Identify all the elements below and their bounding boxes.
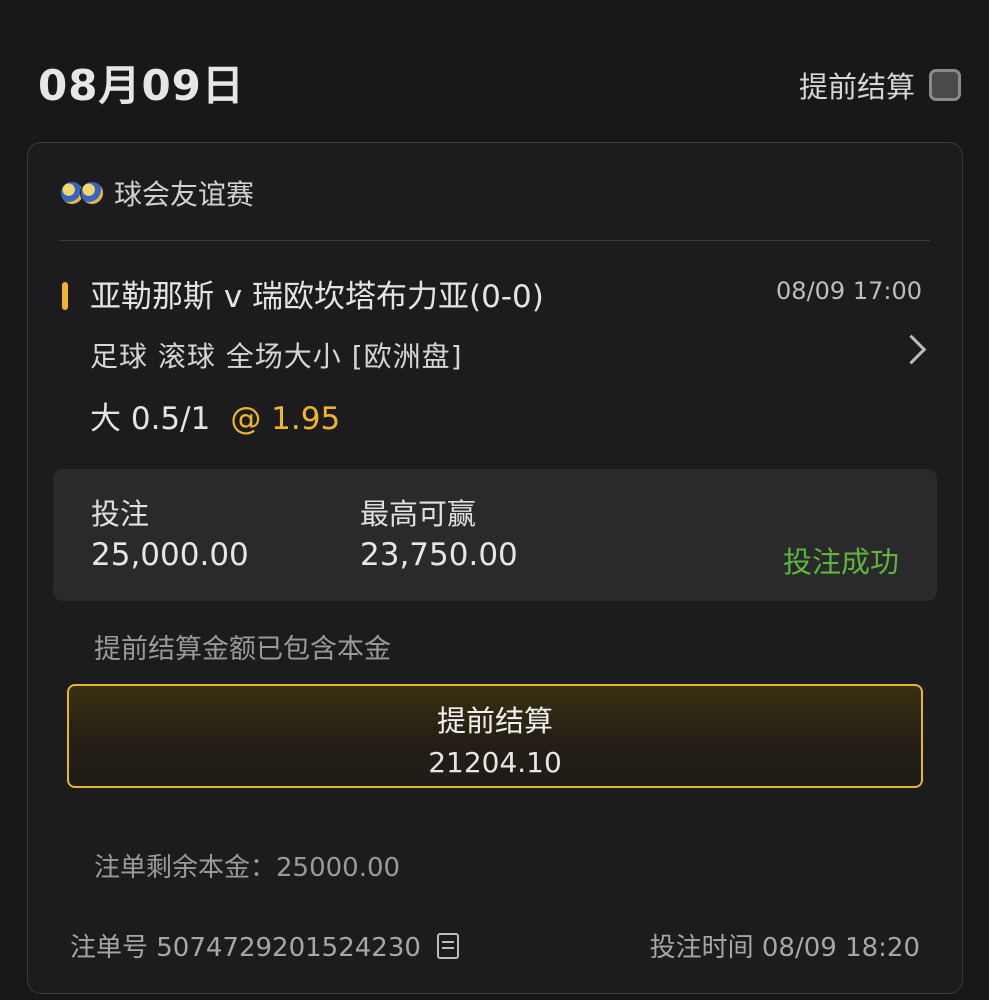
stake-value: 25,000.00	[91, 537, 249, 573]
bet-id: 注单号 5074729201524230	[70, 933, 421, 963]
chevron-right-icon[interactable]	[896, 334, 927, 365]
stake-label: 投注	[91, 497, 150, 531]
bet-selection: 大 0.5/1 @ 1.95	[90, 393, 340, 438]
divider	[59, 240, 930, 241]
early-settle-button-label: 提前结算	[436, 704, 553, 738]
league-name: 球会友谊赛	[114, 178, 255, 211]
match-indicator	[62, 282, 68, 310]
max-win-label: 最高可赢	[360, 497, 477, 531]
early-settle-filter[interactable]: 提前结算	[799, 64, 961, 106]
market-info: 足球 滚球 全场大小 [欧洲盘]	[90, 340, 463, 373]
match-title: 亚勒那斯 v 瑞欧坎塔布力亚(0-0)	[90, 279, 544, 315]
bet-time: 投注时间 08/09 18:20	[649, 933, 920, 963]
bet-summary: 投注 25,000.00 最高可赢 23,750.00 投注成功	[53, 469, 937, 601]
league-row: 球会友谊赛	[60, 173, 254, 213]
selection-label: 大 0.5/1	[90, 401, 211, 437]
page-date: 08月09日	[38, 61, 245, 110]
early-settle-button[interactable]: 提前结算 21204.10	[67, 684, 923, 788]
early-settle-filter-label: 提前结算	[798, 70, 915, 104]
selection-odds: @ 1.95	[230, 401, 341, 437]
status-badge: 投注成功	[782, 545, 899, 579]
settle-note: 提前结算金额已包含本金	[94, 634, 391, 665]
match-time: 08/09 17:00	[776, 277, 922, 305]
max-win-value: 23,750.00	[360, 537, 518, 573]
copy-icon[interactable]	[436, 932, 459, 959]
bet-card: 球会友谊赛 亚勒那斯 v 瑞欧坎塔布力亚(0-0) 08/09 17:00 足球…	[27, 142, 963, 994]
early-settle-checkbox[interactable]	[929, 69, 961, 101]
early-settle-amount: 21204.10	[428, 746, 562, 779]
bet-id-row: 注单号 5074729201524230	[70, 927, 459, 964]
remaining-principal: 注单剩余本金：25000.00	[94, 853, 401, 883]
football-icon	[60, 181, 104, 205]
